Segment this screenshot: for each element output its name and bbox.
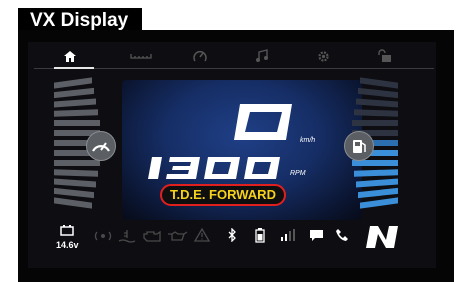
signal-icon: [280, 227, 296, 243]
coolant-icon: [118, 229, 136, 243]
top-nav: [28, 42, 436, 68]
immobilizer-icon: [94, 229, 112, 243]
call-icon: [334, 227, 350, 243]
home-icon[interactable]: [61, 48, 79, 64]
level-bar: [54, 160, 100, 166]
nav-active-indicator: [54, 67, 94, 69]
level-bar: [54, 120, 100, 126]
gauge-icon[interactable]: [191, 48, 209, 64]
fuel-icon: [353, 140, 366, 153]
bluetooth-icon: [226, 227, 238, 243]
voltage-readout: 14.6v: [56, 240, 79, 250]
speedometer-button[interactable]: [86, 131, 116, 161]
speedometer-icon: [92, 142, 110, 152]
fuel-button[interactable]: [344, 131, 374, 161]
nav-divider: [34, 68, 434, 69]
battery-icon: [60, 223, 74, 237]
level-bar: [352, 120, 398, 126]
oil-icon: [166, 229, 188, 243]
mode-indicator: T.D.E. FORWARD: [160, 184, 286, 206]
message-icon: [308, 227, 324, 243]
ruler-icon[interactable]: [130, 48, 152, 64]
rpm-unit: RPM: [290, 170, 306, 177]
rpm-value: [148, 157, 280, 179]
warning-icon: [194, 228, 210, 242]
unlock-icon[interactable]: [375, 48, 393, 64]
speed-value: [234, 104, 292, 140]
phone-battery-icon: [254, 227, 266, 243]
gear-indicator: [366, 226, 398, 248]
music-icon[interactable]: [253, 48, 271, 64]
engine-icon: [142, 229, 162, 243]
speed-unit: km/h: [300, 137, 316, 144]
gear-icon[interactable]: [314, 48, 332, 64]
